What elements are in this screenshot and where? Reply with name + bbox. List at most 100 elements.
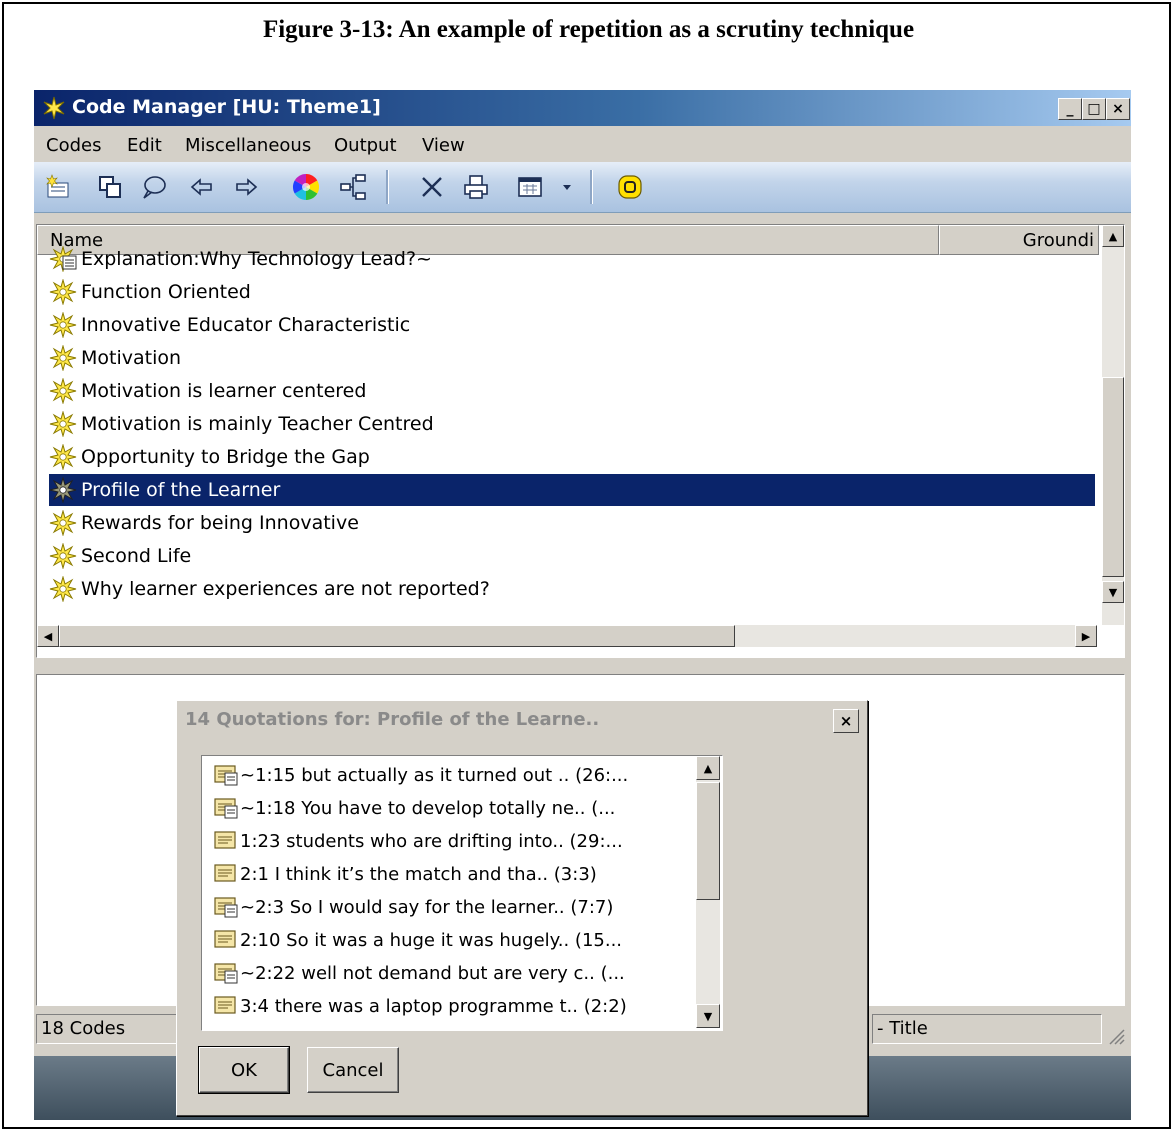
memo-code-icon <box>49 246 79 272</box>
dialog-title: 14 Quotations for: Profile of the Learne… <box>185 709 600 730</box>
quotation-list: ~1:15 but actually as it turned out .. (… <box>201 755 723 1031</box>
memo-quote-icon <box>212 763 240 787</box>
maximize-button[interactable]: □ <box>1082 98 1106 120</box>
horizontal-scroll-thumb[interactable] <box>59 625 735 647</box>
resize-grip-icon[interactable] <box>1104 1024 1126 1046</box>
scroll-up-button[interactable]: ▲ <box>696 756 720 780</box>
code-label: Innovative Educator Characteristic <box>81 314 411 336</box>
minimize-icon: _ <box>1066 101 1074 117</box>
code-label: Profile of the Learner <box>81 479 281 501</box>
quotation-row[interactable]: ~1:15 but actually as it turned out .. (… <box>212 760 628 790</box>
toolbar-separator <box>386 170 389 204</box>
arrow-right-icon: ▶ <box>1081 629 1091 643</box>
quotation-row[interactable]: ~1:18 You have to develop totally ne.. (… <box>212 793 615 823</box>
arrow-up-icon: ▲ <box>1108 229 1118 243</box>
menu-codes[interactable]: Codes <box>46 135 101 156</box>
code-icon <box>49 411 79 437</box>
code-icon <box>49 345 79 371</box>
quotation-list-scrollbar[interactable]: ▲ ▼ <box>696 756 720 1028</box>
code-label: Explanation:Why Technology Lead?~ <box>81 248 432 270</box>
close-window-button[interactable]: × <box>1106 98 1130 120</box>
code-list-row[interactable]: Profile of the Learner <box>49 474 1095 506</box>
delete-icon[interactable] <box>416 171 448 203</box>
code-icon <box>49 312 79 338</box>
title-bar[interactable]: Code Manager [HU: Theme1] _ □ × <box>34 90 1131 126</box>
quotation-row[interactable]: 3:4 there was a laptop programme t.. (2:… <box>212 991 627 1021</box>
scroll-down-button[interactable]: ▼ <box>1102 581 1124 603</box>
menu-bar: Codes Edit Miscellaneous Output View <box>34 128 1131 162</box>
quotation-text: ~2:3 So I would say for the learner.. (7… <box>240 896 614 918</box>
maximize-icon: □ <box>1087 101 1101 117</box>
memo-quote-icon <box>212 961 240 985</box>
back-arrow-icon[interactable] <box>186 171 218 203</box>
menu-view[interactable]: View <box>422 135 465 156</box>
menu-output[interactable]: Output <box>334 135 397 156</box>
code-label: Motivation is learner centered <box>81 380 367 402</box>
arrow-left-icon: ◀ <box>43 629 53 643</box>
dialog-close-button[interactable]: × <box>833 709 859 733</box>
code-manager-app-icon <box>42 96 66 120</box>
close-icon: × <box>1112 101 1124 117</box>
close-icon: × <box>839 712 853 730</box>
quotation-row[interactable]: 2:10 So it was a huge it was hugely.. (1… <box>212 925 622 955</box>
memo-quote-icon <box>212 796 240 820</box>
ok-button[interactable]: OK <box>198 1046 290 1094</box>
color-wheel-icon[interactable] <box>290 171 322 203</box>
quote-icon <box>212 928 240 952</box>
quotations-dialog: 14 Quotations for: Profile of the Learne… <box>176 700 868 1116</box>
memo-quote-icon <box>212 895 240 919</box>
forward-arrow-icon[interactable] <box>230 171 262 203</box>
code-list-row[interactable]: Motivation is mainly Teacher Centred <box>49 408 1095 440</box>
code-list-row[interactable]: Explanation:Why Technology Lead?~ <box>49 243 1095 275</box>
scroll-thumb[interactable] <box>1102 377 1124 577</box>
table-view-icon[interactable] <box>514 171 546 203</box>
menu-miscellaneous[interactable]: Miscellaneous <box>185 135 311 156</box>
window-title: Code Manager [HU: Theme1] <box>72 96 381 118</box>
code-icon <box>49 477 79 503</box>
scroll-thumb[interactable] <box>696 782 720 900</box>
code-list-row[interactable]: Second Life <box>49 540 1095 572</box>
quotation-text: 2:10 So it was a huge it was hugely.. (1… <box>240 929 623 951</box>
code-list-row[interactable]: Motivation is learner centered <box>49 375 1095 407</box>
code-list-row[interactable]: Opportunity to Bridge the Gap <box>49 441 1095 473</box>
toolbar <box>34 162 1131 213</box>
code-label: Motivation is mainly Teacher Centred <box>81 413 434 435</box>
scroll-up-button[interactable]: ▲ <box>1102 225 1124 247</box>
cancel-button[interactable]: Cancel <box>307 1047 399 1093</box>
comment-icon[interactable] <box>138 171 170 203</box>
network-icon[interactable] <box>338 171 370 203</box>
menu-edit[interactable]: Edit <box>127 135 162 156</box>
code-list-row[interactable]: Rewards for being Innovative <box>49 507 1095 539</box>
code-label: Motivation <box>81 347 182 369</box>
quotation-text: 1:23 students who are drifting into.. (2… <box>240 830 623 852</box>
dialog-title-bar[interactable]: 14 Quotations for: Profile of the Learne… <box>177 701 867 737</box>
minimize-button[interactable]: _ <box>1058 98 1082 120</box>
dropdown-icon[interactable] <box>556 171 578 203</box>
code-list-row[interactable]: Why learner experiences are not reported… <box>49 573 1095 605</box>
code-list-row[interactable]: Motivation <box>49 342 1095 374</box>
print-icon[interactable] <box>460 171 492 203</box>
highlight-icon[interactable] <box>614 171 646 203</box>
figure-frame: Figure 3-13: An example of repetition as… <box>2 2 1171 1129</box>
status-sort-field: - Title <box>872 1014 1102 1044</box>
code-list-horizontal-scrollbar[interactable]: ◀ ▶ <box>37 625 1097 647</box>
scroll-left-button[interactable]: ◀ <box>37 625 59 647</box>
quotation-row[interactable]: ~2:22 well not demand but are very c.. (… <box>212 958 625 988</box>
quotation-text: ~1:15 but actually as it turned out .. (… <box>240 764 629 786</box>
code-list-row[interactable]: Innovative Educator Characteristic <box>49 309 1095 341</box>
quotation-row[interactable]: 1:23 students who are drifting into.. (2… <box>212 826 623 856</box>
code-list-row[interactable]: Function Oriented <box>49 276 1095 308</box>
code-icon <box>49 543 79 569</box>
quote-icon <box>212 862 240 886</box>
code-list-vertical-scrollbar[interactable]: ▲ ▼ <box>1102 225 1124 625</box>
new-code-icon[interactable] <box>42 171 74 203</box>
scroll-right-button[interactable]: ▶ <box>1075 625 1097 647</box>
quotation-row[interactable]: 2:1 I think it’s the match and tha.. (3:… <box>212 859 597 889</box>
quotation-row[interactable]: ~2:3 So I would say for the learner.. (7… <box>212 892 613 922</box>
scroll-down-button[interactable]: ▼ <box>696 1004 720 1028</box>
code-icon <box>49 576 79 602</box>
arrow-down-icon: ▼ <box>703 1009 713 1023</box>
duplicate-icon[interactable] <box>94 171 126 203</box>
code-icon <box>49 279 79 305</box>
quotation-text: 2:1 I think it’s the match and tha.. (3:… <box>240 863 597 885</box>
